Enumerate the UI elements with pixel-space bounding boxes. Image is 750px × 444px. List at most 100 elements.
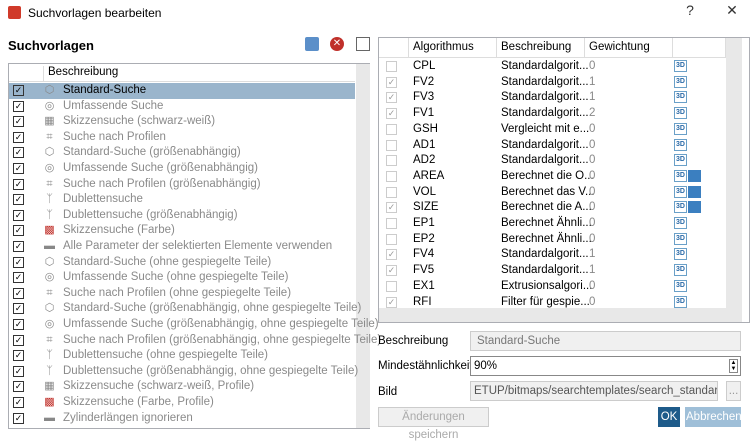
template-item[interactable]: ✓ ◎ Umfassende Suche (größenabhängig, ohne… [9,317,379,333]
template-checkbox[interactable]: ✓ [13,131,24,143]
algorithm-weight[interactable]: 0 [589,139,595,151]
template-item[interactable]: ✓ ⌗ Suche nach Profilen (größenabhängig, o… [9,333,381,349]
algorithm-weight[interactable]: 1 [589,264,595,276]
template-checkbox[interactable]: ✓ [13,116,24,128]
algorithm-weight[interactable]: 1 [589,91,595,103]
algorithm-checkbox[interactable] [386,233,397,245]
template-checkbox[interactable]: ✓ [13,412,24,424]
algorithm-weight[interactable]: 0 [589,170,595,182]
table-row[interactable]: AREA Berechnet die O... 0 3D [379,169,725,185]
template-item[interactable]: ✓ ⬡ Standard-Suche (größenabhängig, ohne g… [9,301,361,317]
template-item[interactable]: ✓ ᛉ Dublettensuche [9,192,355,208]
algorithm-checkbox[interactable]: ✓ [386,108,397,120]
save-changes-button[interactable]: Änderungen speichern [378,407,489,441]
table-row[interactable]: ✓ FV3 Standardalgorit... 1 3D [379,90,725,106]
algorithm-checkbox[interactable] [386,139,397,151]
template-checkbox[interactable]: ✓ [13,241,24,252]
template-checkbox[interactable]: ✓ [13,397,24,408]
template-item[interactable]: ✓ ◎ Umfassende Suche [9,99,355,115]
template-item[interactable]: ✓ ▩ Skizzensuche (Farbe, Profile) [9,395,355,411]
template-item[interactable]: ✓ ⌗ Suche nach Profilen [9,130,355,146]
template-checkbox[interactable]: ✓ [13,334,24,346]
algorithm-checkbox[interactable] [386,186,397,198]
close-button[interactable]: ✕ [722,2,742,19]
delete-icon[interactable]: ✕ [330,37,344,51]
template-item[interactable]: ✓ ▩ Skizzensuche (Farbe) [9,223,355,239]
template-checkbox[interactable]: ✓ [13,272,24,284]
template-item[interactable]: ✓ ◎ Umfassende Suche (größenabhängig) [9,161,355,177]
template-checkbox[interactable]: ✓ [13,163,24,174]
copy-icon[interactable] [305,37,319,51]
algorithm-checkbox[interactable] [386,280,397,292]
algorithm-weight[interactable]: 0 [589,186,595,198]
min-similarity-spinner[interactable]: 90% [470,356,741,376]
table-row[interactable]: EX1 Extrusionsalgori... 0 3D [379,279,725,295]
template-checkbox[interactable]: ✓ [13,365,24,377]
algorithm-weight[interactable]: 0 [589,296,595,308]
column-header-gewichtung[interactable]: Gewichtung [585,38,673,58]
table-row[interactable]: GSH Vergleicht mit e... 0 3D [379,122,725,138]
algorithm-weight[interactable]: 0 [589,201,595,213]
template-item[interactable]: ✓ ᛉ Dublettensuche (ohne gespiegelte Teile… [9,348,355,364]
algorithm-checkbox[interactable]: ✓ [386,202,397,214]
table-row[interactable]: ✓ FV1 Standardalgorit... 2 3D [379,106,725,122]
template-item[interactable]: ✓ ᛉ Dublettensuche (größenabhängig, ohne g… [9,364,358,380]
algorithm-weight[interactable]: 0 [589,123,595,135]
table-row[interactable]: CPL Standardalgorit... 0 3D [379,59,725,75]
column-header-beschreibung[interactable]: Beschreibung [43,66,118,82]
algorithm-checkbox[interactable]: ✓ [386,92,397,104]
algorithm-checkbox[interactable] [386,61,397,72]
template-item[interactable]: ✓ ⌗ Suche nach Profilen (ohne gespiegelte … [9,286,355,302]
browse-button[interactable]: ... [726,381,741,401]
templates-list[interactable]: Beschreibung ✓ ⬡ Standard-Suche ✓ ◎ Umfassend… [8,63,381,429]
help-button[interactable]: ? [680,2,700,18]
new-document-icon[interactable] [356,37,370,51]
table-row[interactable]: ✓ FV4 Standardalgorit... 1 3D [379,247,725,263]
description-field[interactable]: Standard-Suche [470,331,741,351]
template-checkbox[interactable]: ✓ [13,147,24,159]
template-checkbox[interactable]: ✓ [13,225,24,237]
template-checkbox[interactable]: ✓ [13,85,24,96]
algorithm-checkbox[interactable]: ✓ [386,265,397,277]
algorithm-checkbox[interactable] [386,123,397,135]
template-checkbox[interactable]: ✓ [13,287,24,299]
template-item[interactable]: ✓ ⌗ Suche nach Profilen (größenabhängig) [9,177,355,193]
template-checkbox[interactable]: ✓ [13,100,24,112]
template-item[interactable]: ✓ ᛉ Dublettensuche (größenabhängig) [9,208,355,224]
template-item[interactable]: ✓ ⬡ Standard-Suche (ohne gespiegelte Teile… [9,255,355,271]
algorithm-checkbox[interactable] [386,170,397,182]
template-checkbox[interactable]: ✓ [13,381,24,393]
algorithm-weight[interactable]: 0 [589,60,595,72]
template-checkbox[interactable]: ✓ [13,303,24,315]
template-checkbox[interactable]: ✓ [13,319,24,330]
algorithm-weight[interactable]: 1 [589,248,595,260]
template-item[interactable]: ✓ ▬ Alle Parameter der selektierten Elemen… [9,239,355,255]
algorithm-checkbox[interactable] [386,218,397,229]
template-item[interactable]: ✓ ▦ Skizzensuche (schwarz-weiß, Profile) [9,379,355,395]
table-row[interactable]: AD1 Standardalgorit... 0 3D [379,138,725,154]
spinner-arrows[interactable]: ▲ ▼ [729,359,738,373]
algorithm-weight[interactable]: 0 [589,154,595,166]
table-row[interactable]: ✓ RFI Filter für gespie... 0 3D [379,295,725,311]
table-row[interactable]: EP2 Berechnet Ähnli... 0 3D [379,232,725,248]
column-header-beschreibung[interactable]: Beschreibung [497,38,585,58]
table-row[interactable]: VOL Berechnet das V... 0 3D [379,185,725,201]
table-row[interactable]: AD2 Standardalgorit... 0 3D [379,153,725,169]
template-checkbox[interactable]: ✓ [13,178,24,190]
column-header-algorithmus[interactable]: Algorithmus [409,38,497,58]
table-row[interactable]: ✓ FV2 Standardalgorit... 1 3D [379,75,725,91]
template-item[interactable]: ✓ ◎ Umfassende Suche (ohne gespiegelte Tei… [9,270,355,286]
template-item[interactable]: ✓ ⬡ Standard-Suche (größenabhängig) [9,145,355,161]
vertical-scrollbar[interactable] [726,38,742,308]
template-checkbox[interactable]: ✓ [13,256,24,268]
algorithm-weight[interactable]: 1 [589,76,595,88]
template-item[interactable]: ✓ ▦ Skizzensuche (schwarz-weiß) [9,114,355,130]
template-checkbox[interactable]: ✓ [13,209,24,221]
algorithm-checkbox[interactable]: ✓ [386,76,397,88]
algorithm-weight[interactable]: 0 [589,217,595,229]
algorithm-weight[interactable]: 2 [589,107,595,119]
template-checkbox[interactable]: ✓ [13,350,24,362]
algorithm-checkbox[interactable]: ✓ [386,296,397,308]
template-item[interactable]: ✓ ▬ Zylinderlängen ignorieren [9,411,355,427]
algorithm-grid[interactable]: Algorithmus Beschreibung Gewichtung CPL … [378,37,750,323]
